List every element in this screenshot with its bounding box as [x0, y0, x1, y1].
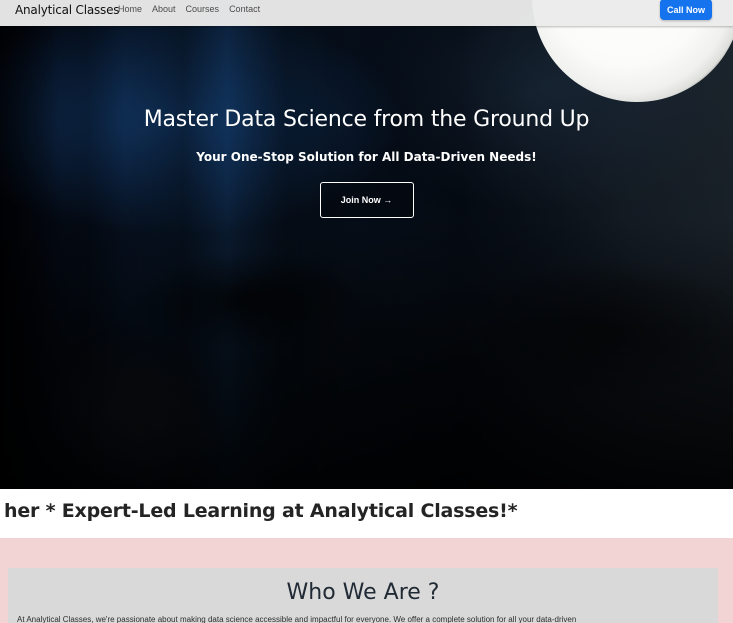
top-navigation: Analytical Classes Home About Courses Co… [0, 0, 733, 26]
nav-courses-link[interactable]: Courses [186, 4, 220, 14]
call-now-button[interactable]: Call Now [660, 0, 712, 20]
who-we-are-card: Who We Are ? At Analytical Classes, we'r… [8, 568, 718, 623]
nav-about-link[interactable]: About [152, 4, 176, 14]
who-we-are-description: At Analytical Classes, we're passionate … [17, 615, 577, 623]
webpage: Master Data Science from the Ground Up Y… [0, 0, 733, 623]
about-section: Who We Are ? At Analytical Classes, we'r… [0, 538, 733, 623]
brand-name[interactable]: Analytical Classes [15, 3, 120, 17]
hero-section: Master Data Science from the Ground Up Y… [0, 0, 733, 489]
scrolling-announcement: her * Expert-Led Learning at Analytical … [0, 489, 733, 538]
nav-contact-link[interactable]: Contact [229, 4, 260, 14]
nav-home-link[interactable]: Home [118, 4, 142, 14]
hero-content: Master Data Science from the Ground Up Y… [0, 106, 733, 218]
navigation-links: Home About Courses Contact [118, 4, 260, 14]
hero-title: Master Data Science from the Ground Up [143, 107, 590, 132]
join-now-button[interactable]: Join Now → [319, 182, 414, 218]
announcement-text: her * Expert-Led Learning at Analytical … [4, 500, 518, 522]
who-we-are-title: Who We Are ? [286, 580, 440, 605]
hero-subtitle: Your One-Stop Solution for All Data-Driv… [196, 150, 537, 164]
